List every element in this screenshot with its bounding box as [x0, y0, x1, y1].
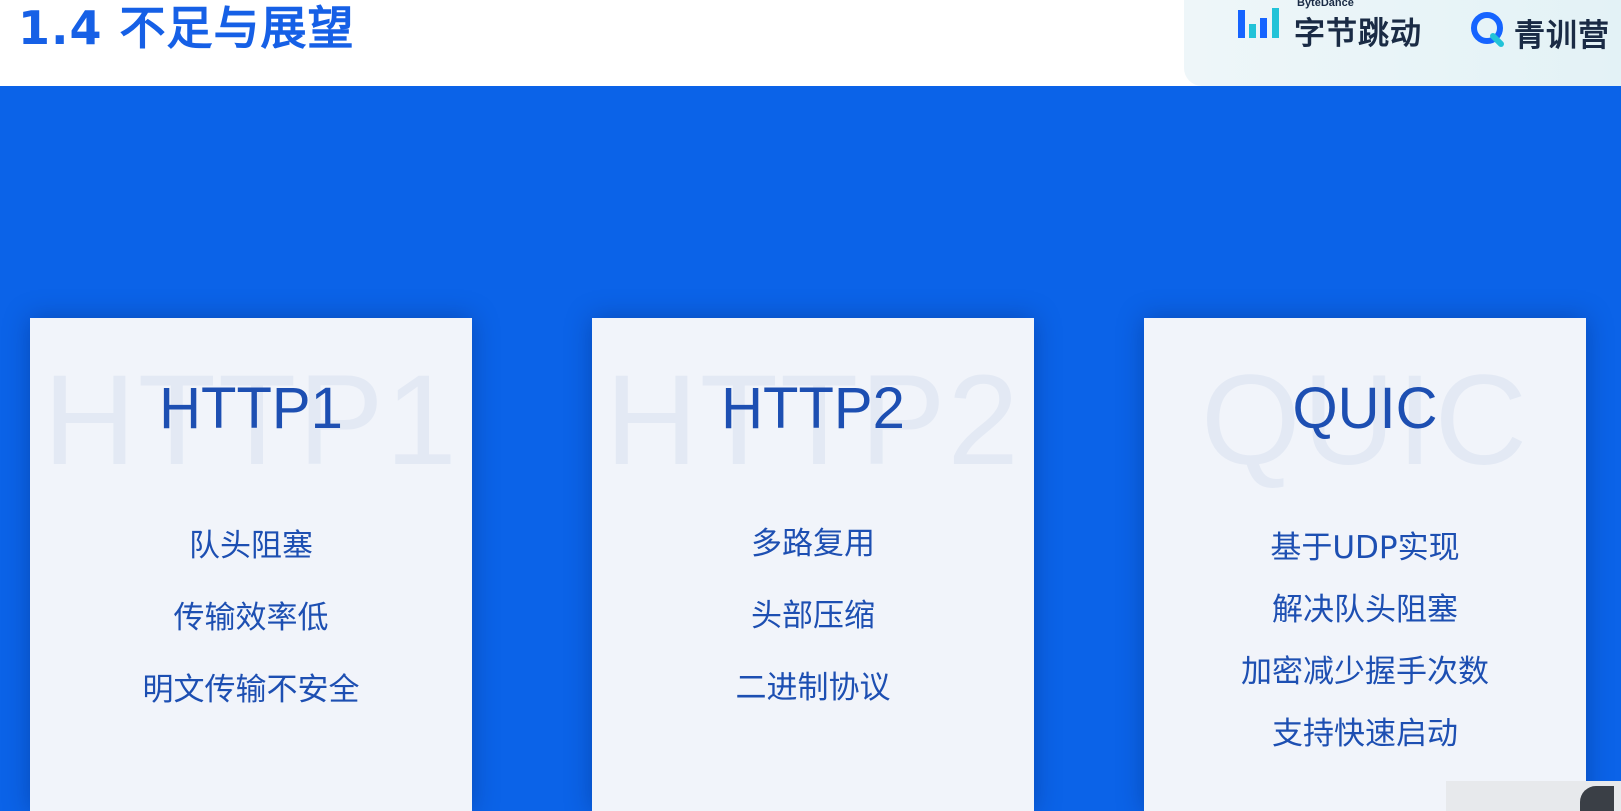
card-http2: HTTP2 HTTP2 多路复用 头部压缩 二进制协议	[592, 318, 1034, 811]
brand-panel: ByteDance 字节跳动 青训营	[1184, 0, 1621, 86]
feature-item: 传输效率低	[173, 600, 329, 636]
feature-item: 二进制协议	[735, 670, 891, 706]
feature-item: 支持快速启动	[1272, 716, 1458, 752]
card-quic: QUIC QUIC 基于UDP实现 解决队头阻塞 加密减少握手次数 支持快速启动	[1144, 318, 1586, 811]
feature-list: 基于UDP实现 解决队头阻塞 加密减少握手次数 支持快速启动	[1144, 530, 1586, 752]
feature-item: 队头阻塞	[189, 528, 313, 564]
card-heading: HTTP2	[721, 376, 905, 441]
bytedance-name: 字节跳动	[1294, 16, 1422, 52]
qingxun-name: 青训营	[1514, 18, 1610, 54]
feature-item: 多路复用	[751, 526, 875, 562]
slide-header: 1.4 不足与展望 ByteDance 字节跳动 青训营	[0, 0, 1621, 86]
card-heading: HTTP1	[159, 376, 343, 441]
feature-list: 队头阻塞 传输效率低 明文传输不安全	[30, 528, 472, 708]
card-http1: HTTP1 HTTP1 队头阻塞 传输效率低 明文传输不安全	[30, 318, 472, 811]
feature-item: 加密减少握手次数	[1241, 654, 1489, 690]
feature-item: 基于UDP实现	[1270, 530, 1460, 566]
card-heading: QUIC	[1292, 376, 1438, 441]
slide-title: 1.4 不足与展望	[18, 1, 355, 55]
webcam-figure	[1580, 786, 1614, 811]
bytedance-logo-icon	[1238, 8, 1279, 38]
feature-item: 明文传输不安全	[142, 672, 360, 708]
feature-item: 头部压缩	[751, 598, 875, 634]
qingxun-logo-icon	[1471, 12, 1504, 47]
feature-item: 解决队头阻塞	[1272, 592, 1458, 628]
feature-list: 多路复用 头部压缩 二进制协议	[592, 526, 1034, 706]
